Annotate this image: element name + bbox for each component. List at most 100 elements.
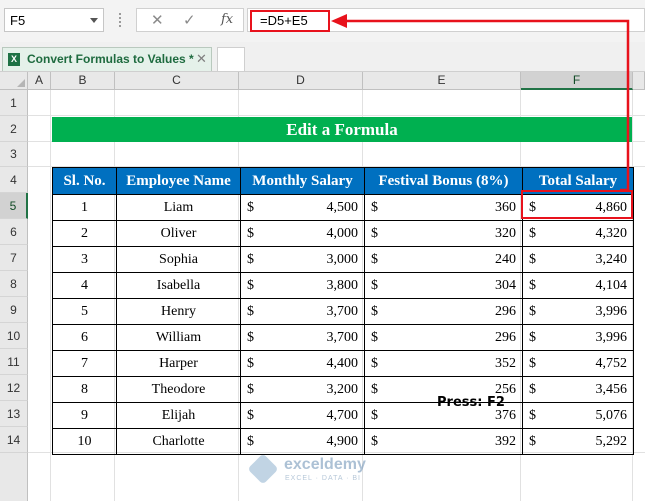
column-header-f[interactable]: F: [521, 72, 633, 90]
header-sl-no[interactable]: Sl. No.: [52, 167, 117, 195]
cell-sl-no[interactable]: 5: [52, 298, 117, 325]
sheet-title[interactable]: Edit a Formula: [52, 117, 632, 142]
name-box[interactable]: F5: [4, 8, 104, 32]
cell-employee-name[interactable]: Charlotte: [116, 428, 241, 455]
splitter-handle[interactable]: [119, 13, 121, 27]
column-header-c[interactable]: C: [115, 72, 239, 90]
cell-festival-bonus[interactable]: $296: [364, 324, 523, 351]
enter-icon[interactable]: ✓: [183, 11, 196, 29]
currency-symbol: $: [247, 303, 254, 319]
sl-no-value: 10: [77, 433, 92, 449]
row-header-12[interactable]: 12: [0, 375, 28, 401]
cell-monthly-salary[interactable]: $3,800: [240, 272, 365, 299]
row-header-11[interactable]: 11: [0, 349, 28, 375]
tab-label: Convert Formulas to Values *: [27, 52, 194, 66]
row-header-14[interactable]: 14: [0, 427, 28, 453]
tab-convert-formulas[interactable]: X Convert Formulas to Values * ✕: [2, 47, 212, 71]
column-header-e[interactable]: E: [363, 72, 521, 90]
cell-sl-no[interactable]: 1: [52, 194, 117, 221]
watermark-name: exceldemy: [284, 456, 366, 473]
cell-festival-bonus[interactable]: $240: [364, 246, 523, 273]
cell-sl-no[interactable]: 6: [52, 324, 117, 351]
cell-sl-no[interactable]: 9: [52, 402, 117, 429]
cell-total-salary[interactable]: $3,240: [522, 246, 634, 273]
cell-sl-no[interactable]: 2: [52, 220, 117, 247]
cell-total-salary[interactable]: $5,292: [522, 428, 634, 455]
cell-festival-bonus[interactable]: $296: [364, 298, 523, 325]
currency-symbol: $: [371, 251, 378, 267]
cell-festival-bonus[interactable]: $320: [364, 220, 523, 247]
new-tab-button[interactable]: [217, 47, 245, 71]
table-row: 2 Oliver $4,000 $320 $4,320: [52, 220, 634, 247]
column-header-b[interactable]: B: [51, 72, 115, 90]
row-header-6[interactable]: 6: [0, 219, 28, 245]
cancel-icon[interactable]: ✕: [151, 11, 164, 29]
row-header-8[interactable]: 8: [0, 271, 28, 297]
monthly-salary-value: 4,400: [326, 355, 359, 371]
cell-employee-name[interactable]: Liam: [116, 194, 241, 221]
column-header-g[interactable]: [633, 72, 645, 90]
cell-total-salary[interactable]: $3,996: [522, 298, 634, 325]
cell-festival-bonus[interactable]: $352: [364, 350, 523, 377]
cell-monthly-salary[interactable]: $4,700: [240, 402, 365, 429]
cell-employee-name[interactable]: Harper: [116, 350, 241, 377]
cell-sl-no[interactable]: 7: [52, 350, 117, 377]
row-header-4[interactable]: 4: [0, 167, 28, 193]
cell-sl-no[interactable]: 3: [52, 246, 117, 273]
table-row: 8 Theodore $3,200 $256 $3,456: [52, 376, 634, 403]
column-header-d[interactable]: D: [239, 72, 363, 90]
insert-function-icon[interactable]: fx: [221, 12, 233, 27]
cell-total-salary[interactable]: $3,456: [522, 376, 634, 403]
row-header-13[interactable]: 13: [0, 401, 28, 427]
cell-monthly-salary[interactable]: $3,200: [240, 376, 365, 403]
cell-festival-bonus[interactable]: $360: [364, 194, 523, 221]
formula-buttons: ✕ ✓ fx: [136, 8, 244, 32]
header-monthly-salary[interactable]: Monthly Salary: [240, 167, 365, 195]
table-row: 9 Elijah $4,700 $376 $5,076: [52, 402, 634, 429]
cell-monthly-salary[interactable]: $3,700: [240, 324, 365, 351]
cell-employee-name[interactable]: William: [116, 324, 241, 351]
festival-bonus-value: 304: [495, 277, 516, 293]
row-header-15[interactable]: [0, 453, 28, 501]
row-header-3[interactable]: 3: [0, 142, 28, 167]
cell-employee-name[interactable]: Elijah: [116, 402, 241, 429]
chevron-down-icon[interactable]: [90, 18, 98, 23]
cell-employee-name[interactable]: Isabella: [116, 272, 241, 299]
cell-employee-name[interactable]: Sophia: [116, 246, 241, 273]
header-festival-bonus[interactable]: Festival Bonus (8%): [364, 167, 523, 195]
row-header-10[interactable]: 10: [0, 323, 28, 349]
cell-total-salary[interactable]: $3,996: [522, 324, 634, 351]
cell-employee-name[interactable]: Theodore: [116, 376, 241, 403]
employee-name-value: Harper: [159, 355, 198, 371]
cell-sl-no[interactable]: 10: [52, 428, 117, 455]
row-header-2[interactable]: 2: [0, 116, 28, 142]
cell-employee-name[interactable]: Oliver: [116, 220, 241, 247]
row-header-5[interactable]: 5: [0, 193, 28, 219]
cell-monthly-salary[interactable]: $3,700: [240, 298, 365, 325]
cell-employee-name[interactable]: Henry: [116, 298, 241, 325]
cell-festival-bonus[interactable]: $304: [364, 272, 523, 299]
close-icon[interactable]: ✕: [196, 51, 207, 67]
cell-festival-bonus[interactable]: $392: [364, 428, 523, 455]
cell-sl-no[interactable]: 8: [52, 376, 117, 403]
row-header-9[interactable]: 9: [0, 297, 28, 323]
cell-total-salary[interactable]: $4,320: [522, 220, 634, 247]
cell-monthly-salary[interactable]: $4,900: [240, 428, 365, 455]
festival-bonus-value: 392: [495, 433, 516, 449]
cell-monthly-salary[interactable]: $3,000: [240, 246, 365, 273]
cell-total-salary[interactable]: $4,104: [522, 272, 634, 299]
currency-symbol: $: [247, 433, 254, 449]
sl-no-value: 1: [81, 199, 88, 215]
spreadsheet-grid: A B C D E F 1 2 3 4 5 6 7 8 9 10 11 12 1…: [0, 72, 645, 501]
select-all-button[interactable]: [0, 72, 28, 90]
cell-sl-no[interactable]: 4: [52, 272, 117, 299]
cell-monthly-salary[interactable]: $4,500: [240, 194, 365, 221]
cell-monthly-salary[interactable]: $4,000: [240, 220, 365, 247]
cell-total-salary[interactable]: $4,752: [522, 350, 634, 377]
header-employee-name[interactable]: Employee Name: [116, 167, 241, 195]
column-header-a[interactable]: A: [28, 72, 51, 90]
row-header-7[interactable]: 7: [0, 245, 28, 271]
cell-monthly-salary[interactable]: $4,400: [240, 350, 365, 377]
row-header-1[interactable]: 1: [0, 90, 28, 116]
cell-total-salary[interactable]: $5,076: [522, 402, 634, 429]
